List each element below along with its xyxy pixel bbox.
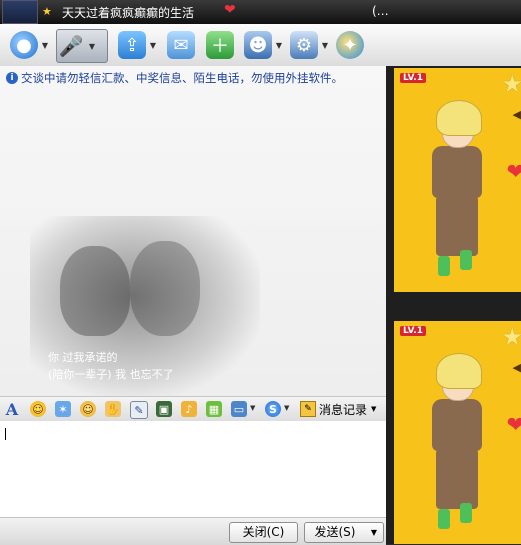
gift-icon: ▦ bbox=[208, 402, 220, 416]
emoticon-button[interactable]: ☺ bbox=[30, 401, 46, 417]
screen-icon: ▭ bbox=[233, 402, 245, 416]
nudge-button[interactable]: ✋ bbox=[105, 401, 121, 417]
close-button[interactable]: 关闭(C) bbox=[229, 522, 298, 543]
soso-button[interactable]: S bbox=[265, 401, 281, 417]
microphone-icon: 🎤 bbox=[58, 34, 84, 58]
avatar-figure bbox=[422, 100, 494, 290]
mail-icon: ✉ bbox=[167, 31, 195, 59]
history-icon: ✎ bbox=[300, 401, 316, 417]
apps-icon: ⚙ bbox=[290, 31, 318, 59]
avatar[interactable] bbox=[2, 0, 38, 24]
doodle-button[interactable]: ✎ bbox=[130, 401, 148, 419]
chat-background-photo bbox=[60, 246, 130, 336]
add-contact-button[interactable]: ＋ bbox=[206, 29, 234, 61]
avatar-show-panel: LV.1 ★ ◀ ❤ LV.1 ★ ◀ ❤ bbox=[386, 66, 521, 544]
video-call-button[interactable]: ● ▼ bbox=[10, 29, 50, 61]
s-logo-icon: S bbox=[269, 402, 277, 416]
globe-button[interactable]: ✦ bbox=[336, 29, 364, 61]
star-icon: ★ bbox=[501, 323, 521, 351]
hand-icon: ✋ bbox=[106, 402, 120, 416]
chat-background-photo bbox=[130, 241, 200, 336]
send-options-dropdown[interactable]: ▼ bbox=[365, 522, 384, 543]
camera-icon: ● bbox=[10, 31, 38, 59]
title-bar: ★ 天天过着疯疯癫癫的生活 ❤ (… bbox=[0, 0, 521, 24]
speaker-icon[interactable]: ◀ bbox=[513, 361, 521, 374]
security-notice: i 交谈中请勿轻信汇款、中奖信息、陌生电话，勿使用外挂软件。 bbox=[6, 70, 343, 86]
star-icon: ★ bbox=[42, 5, 52, 18]
my-show-avatar[interactable]: LV.1 ★ ◀ ❤ bbox=[394, 68, 521, 292]
apps-button[interactable]: ⚙ ▼ bbox=[290, 29, 330, 61]
chevron-down-icon[interactable]: ▼ bbox=[274, 41, 284, 50]
chevron-down-icon[interactable]: ▼ bbox=[320, 41, 330, 50]
chevron-down-icon[interactable]: ▼ bbox=[371, 405, 376, 413]
font-button[interactable]: A bbox=[4, 400, 20, 419]
globe-icon: ✦ bbox=[336, 31, 364, 59]
message-input[interactable] bbox=[0, 421, 386, 517]
level-badge: LV.1 bbox=[400, 326, 426, 336]
message-history-label: 消息记录 bbox=[319, 402, 368, 417]
format-toolbar: A ☺ ✶ ☺ ✋ ✎ ▣ ♪ ▦ ▭ ▼ S ▼ ✎ 消息记录 ▼ bbox=[0, 396, 386, 422]
security-notice-text: 交谈中请勿轻信汇款、中奖信息、陌生电话，勿使用外挂软件。 bbox=[21, 71, 343, 85]
action-bar: 关闭(C) 发送(S) ▼ bbox=[0, 517, 386, 545]
signature-text: 天天过着疯疯癫癫的生活 bbox=[62, 6, 195, 20]
main-toolbar: ● ▼ 🎤 ▼ ⇪ ▼ ✉ ＋ ☻ ▼ ⚙ ▼ ✦ bbox=[0, 24, 521, 67]
title-id-partial: (… bbox=[372, 4, 389, 18]
avatar-figure bbox=[422, 353, 494, 543]
chevron-down-icon[interactable]: ▼ bbox=[284, 404, 289, 412]
wink-icon: ☺ bbox=[82, 402, 94, 416]
level-badge: LV.1 bbox=[400, 73, 426, 83]
speaker-icon[interactable]: ◀ bbox=[513, 108, 521, 121]
star-icon: ★ bbox=[501, 70, 521, 98]
voice-call-button[interactable]: 🎤 ▼ bbox=[56, 29, 108, 63]
wink-button[interactable]: ☺ bbox=[80, 401, 96, 417]
mail-button[interactable]: ✉ bbox=[167, 29, 195, 61]
magic-emoticon-button[interactable]: ✶ bbox=[55, 401, 71, 417]
add-contact-icon: ＋ bbox=[206, 31, 234, 59]
send-button[interactable]: 发送(S) bbox=[304, 522, 366, 543]
user-info-button[interactable]: ☻ ▼ bbox=[244, 29, 284, 61]
image-icon: ▣ bbox=[158, 402, 170, 416]
message-history-button[interactable]: ✎ 消息记录 ▼ bbox=[300, 400, 376, 418]
screenshot-button[interactable]: ▭ bbox=[231, 401, 247, 417]
heart-icon[interactable]: ❤ bbox=[507, 160, 521, 185]
gift-button[interactable]: ▦ bbox=[206, 401, 222, 417]
chat-history-pane[interactable]: i 交谈中请勿轻信汇款、中奖信息、陌生电话，勿使用外挂软件。 你 过我承诺的 (… bbox=[0, 66, 386, 396]
chevron-down-icon[interactable]: ▼ bbox=[87, 42, 97, 51]
send-image-button[interactable]: ▣ bbox=[156, 401, 172, 417]
chevron-down-icon[interactable]: ▼ bbox=[148, 41, 158, 50]
chevron-down-icon[interactable]: ▼ bbox=[250, 404, 255, 412]
user-icon: ☻ bbox=[244, 31, 272, 59]
heart-icon[interactable]: ❤ bbox=[507, 413, 521, 438]
background-lyric-line: 你 过我承诺的 bbox=[48, 351, 118, 364]
chevron-down-icon[interactable]: ▼ bbox=[40, 41, 50, 50]
background-lyric-line: (陪你一辈子) 我 也忘不了 bbox=[48, 368, 174, 381]
folder-transfer-icon: ⇪ bbox=[118, 31, 146, 59]
edit-icon: ✎ bbox=[134, 403, 144, 417]
smile-icon: ☺ bbox=[32, 402, 44, 416]
thumb-icon: ♪ bbox=[185, 402, 193, 416]
text-caret bbox=[5, 428, 6, 440]
music-button[interactable]: ♪ bbox=[181, 401, 197, 417]
info-icon: i bbox=[6, 72, 18, 84]
friend-show-avatar[interactable]: LV.1 ★ ◀ ❤ bbox=[394, 321, 521, 544]
heart-icon: ❤ bbox=[224, 2, 236, 18]
send-file-button[interactable]: ⇪ ▼ bbox=[118, 29, 158, 61]
magic-icon: ✶ bbox=[58, 402, 68, 416]
